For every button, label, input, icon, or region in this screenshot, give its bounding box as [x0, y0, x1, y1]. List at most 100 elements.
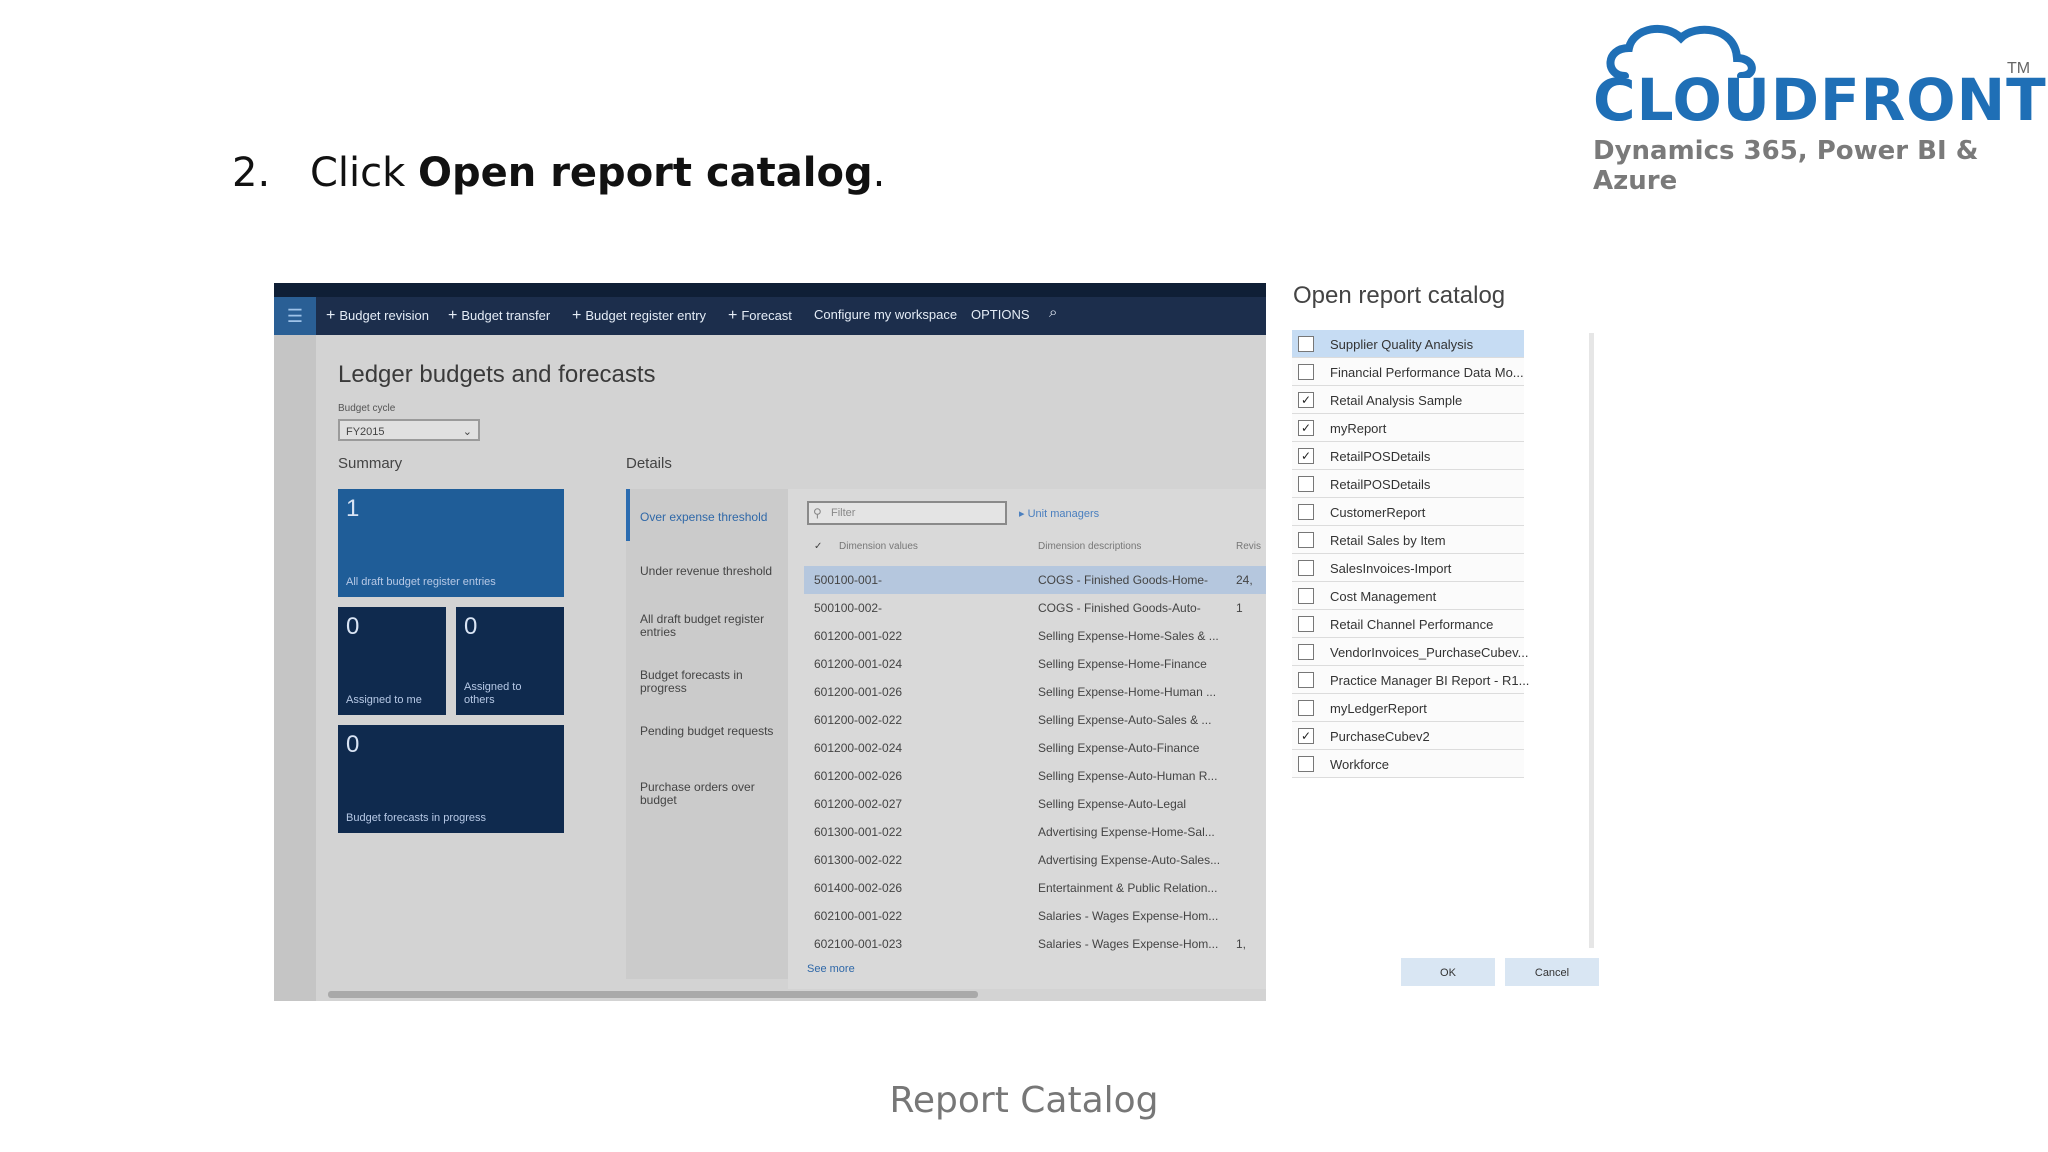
report-checkbox[interactable]	[1298, 700, 1314, 716]
budget-cycle-select[interactable]: FY2015 ⌄	[338, 419, 480, 441]
catalog-item[interactable]: Workforce	[1292, 750, 1524, 778]
cell-dimension-description: Selling Expense-Home-Sales & ...	[1038, 629, 1219, 643]
report-checkbox[interactable]: ✓	[1298, 392, 1314, 408]
nav-all-draft-entries[interactable]: All draft budget register entries	[640, 613, 786, 639]
table-row[interactable]: 500100-002- COGS - Finished Goods-Auto- 1	[804, 594, 1266, 622]
cancel-button[interactable]: Cancel	[1505, 958, 1599, 986]
report-checkbox[interactable]: ✓	[1298, 728, 1314, 744]
report-label: Financial Performance Data Mo...	[1330, 365, 1524, 380]
report-label: RetailPOSDetails	[1330, 449, 1431, 464]
cell-dimension-value: 601200-001-026	[814, 685, 903, 699]
catalog-item[interactable]: SalesInvoices-Import	[1292, 554, 1524, 582]
table-row[interactable]: 601200-002-027 Selling Expense-Auto-Legal	[804, 790, 1266, 818]
cmd-budget-register-entry[interactable]: + Budget register entry	[572, 307, 706, 325]
tile-forecasts-in-progress[interactable]: 0 Budget forecasts in progress	[338, 725, 564, 833]
tile-assigned-to-me[interactable]: 0 Assigned to me	[338, 607, 446, 715]
col-dimension-descriptions[interactable]: Dimension descriptions	[1038, 541, 1141, 552]
report-label: Retail Channel Performance	[1330, 617, 1494, 632]
report-label: Supplier Quality Analysis	[1330, 337, 1474, 352]
report-checkbox[interactable]	[1298, 588, 1314, 604]
cell-dimension-description: COGS - Finished Goods-Home-	[1038, 573, 1209, 587]
plus-icon: +	[326, 307, 336, 324]
nav-over-expense-threshold[interactable]: Over expense threshold	[640, 511, 786, 524]
step-suffix: .	[872, 150, 886, 196]
report-checkbox[interactable]	[1298, 336, 1314, 352]
nav-po-over-budget[interactable]: Purchase orders over budget	[640, 781, 786, 807]
catalog-item[interactable]: VendorInvoices_PurchaseCubev...	[1292, 638, 1529, 666]
cell-dimension-description: COGS - Finished Goods-Auto-	[1038, 601, 1201, 615]
table-row[interactable]: 601400-002-026 Entertainment & Public Rel…	[804, 874, 1266, 902]
cell-dimension-description: Selling Expense-Home-Human ...	[1038, 685, 1217, 699]
catalog-item[interactable]: myLedgerReport	[1292, 694, 1524, 722]
summary-heading: Summary	[338, 455, 403, 472]
report-checkbox[interactable]	[1298, 532, 1314, 548]
catalog-item[interactable]: Financial Performance Data Mo...	[1292, 358, 1524, 386]
table-row[interactable]: 602100-001-022 Salaries - Wages Expense-H…	[804, 902, 1266, 930]
table-row[interactable]: 500100-001- COGS - Finished Goods-Home- 24…	[804, 566, 1266, 594]
table-row[interactable]: 601200-002-024 Selling Expense-Auto-Finan…	[804, 734, 1266, 762]
nav-under-revenue-threshold[interactable]: Under revenue threshold	[640, 565, 786, 578]
report-checkbox[interactable]	[1298, 560, 1314, 576]
report-checkbox[interactable]	[1298, 616, 1314, 632]
catalog-item[interactable]: Supplier Quality Analysis	[1292, 330, 1524, 358]
report-label: Retail Sales by Item	[1330, 533, 1446, 548]
unit-managers-link[interactable]: ▸ Unit managers	[1019, 507, 1099, 520]
select-all-check-icon[interactable]: ✓	[814, 541, 822, 552]
table-row[interactable]: 601300-001-022 Advertising Expense-Home-S…	[804, 818, 1266, 846]
title-strip	[274, 283, 1266, 297]
search-icon[interactable]: ⌕	[1049, 304, 1057, 321]
report-label: Practice Manager BI Report - R1...	[1330, 673, 1530, 688]
catalog-item[interactable]: ✓ myReport	[1292, 414, 1524, 442]
catalog-item[interactable]: CustomerReport	[1292, 498, 1524, 526]
report-label: myReport	[1330, 421, 1387, 436]
report-checkbox[interactable]	[1298, 476, 1314, 492]
table-row[interactable]: 601300-002-022 Advertising Expense-Auto-S…	[804, 846, 1266, 874]
report-checkbox[interactable]	[1298, 644, 1314, 660]
nav-budget-forecasts[interactable]: Budget forecasts in progress	[640, 669, 786, 695]
step-text: Click Open report catalog.	[310, 150, 885, 196]
search-icon: ⚲	[813, 506, 822, 520]
catalog-item[interactable]: ✓ PurchaseCubev2	[1292, 722, 1524, 750]
report-checkbox[interactable]	[1298, 364, 1314, 380]
ok-button[interactable]: OK	[1401, 958, 1495, 986]
nav-pending-budget-requests[interactable]: Pending budget requests	[640, 725, 786, 738]
table-row[interactable]: 601200-002-022 Selling Expense-Auto-Sales…	[804, 706, 1266, 734]
table-row[interactable]: 601200-001-022 Selling Expense-Home-Sales…	[804, 622, 1266, 650]
tile-draft-entries[interactable]: 1 All draft budget register entries	[338, 489, 564, 597]
report-checkbox[interactable]	[1298, 504, 1314, 520]
col-revision[interactable]: Revis	[1236, 541, 1261, 552]
catalog-item[interactable]: Retail Sales by Item	[1292, 526, 1524, 554]
catalog-item[interactable]: Retail Channel Performance	[1292, 610, 1524, 638]
tile-label: Assigned to others	[464, 681, 522, 706]
table-row[interactable]: 601200-001-026 Selling Expense-Home-Human…	[804, 678, 1266, 706]
col-dimension-values[interactable]: Dimension values	[839, 541, 918, 552]
report-checkbox[interactable]	[1298, 672, 1314, 688]
catalog-scrollbar[interactable]	[1589, 333, 1594, 948]
report-checkbox[interactable]	[1298, 756, 1314, 772]
cmd-options[interactable]: OPTIONS	[971, 307, 1030, 322]
report-checkbox[interactable]: ✓	[1298, 448, 1314, 464]
table-row[interactable]: 601200-001-024 Selling Expense-Home-Finan…	[804, 650, 1266, 678]
horizontal-scrollbar[interactable]	[328, 991, 978, 998]
report-label: Cost Management	[1330, 589, 1437, 604]
cmd-budget-transfer[interactable]: + Budget transfer	[448, 307, 550, 325]
table-row[interactable]: 602100-001-023 Salaries - Wages Expense-H…	[804, 930, 1266, 958]
hamburger-icon[interactable]: ☰	[274, 297, 316, 335]
catalog-item[interactable]: Cost Management	[1292, 582, 1524, 610]
table-row[interactable]: 601200-002-026 Selling Expense-Auto-Human…	[804, 762, 1266, 790]
cmd-forecast[interactable]: + Forecast	[728, 307, 792, 325]
catalog-item[interactable]: ✓ Retail Analysis Sample	[1292, 386, 1524, 414]
catalog-item[interactable]: ✓ RetailPOSDetails	[1292, 442, 1524, 470]
tile-count: 0	[464, 613, 478, 640]
plus-icon: +	[572, 307, 582, 324]
filter-input[interactable]: ⚲ Filter	[807, 501, 1007, 525]
cmd-budget-revision[interactable]: + Budget revision	[326, 307, 429, 325]
report-checkbox[interactable]: ✓	[1298, 420, 1314, 436]
tile-assigned-to-others[interactable]: 0 Assigned to others	[456, 607, 564, 715]
slide-caption: Report Catalog	[889, 1080, 1159, 1121]
cell-revision: 1	[1236, 601, 1243, 615]
cmd-configure-workspace[interactable]: Configure my workspace	[814, 307, 957, 322]
catalog-item[interactable]: Practice Manager BI Report - R1...	[1292, 666, 1529, 694]
see-more-link[interactable]: See more	[807, 963, 855, 975]
catalog-item[interactable]: RetailPOSDetails	[1292, 470, 1524, 498]
